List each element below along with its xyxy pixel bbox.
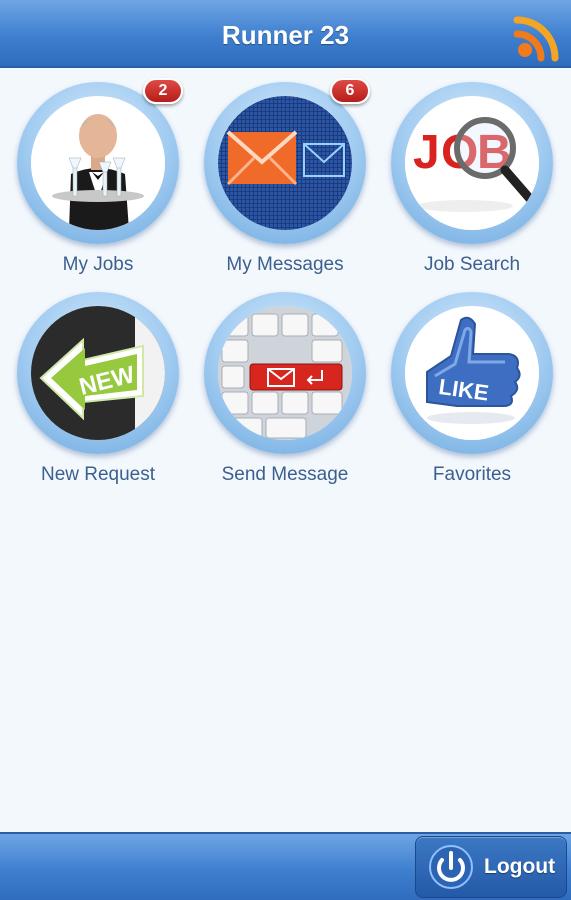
bottom-bar: Logout (0, 832, 571, 900)
jobs-count-badge: 2 (143, 78, 183, 104)
my-jobs-ring: 2 (17, 78, 183, 244)
tile-new-request[interactable]: NEW New Request (8, 292, 188, 497)
my-messages-label: My Messages (226, 254, 344, 275)
keyboard-mail-key-icon (218, 306, 352, 440)
power-icon (429, 845, 473, 889)
envelope-icon (218, 96, 352, 230)
top-bar: Runner 23 (0, 0, 571, 68)
tile-send-message[interactable]: Send Message (195, 292, 375, 497)
logout-button[interactable]: Logout (415, 836, 567, 898)
rss-feed-icon[interactable] (509, 8, 567, 62)
like-thumb-icon: LIKE (405, 306, 539, 440)
job-search-ring: J O B (391, 82, 553, 244)
page-title: Runner 23 (221, 20, 350, 50)
tile-my-messages[interactable]: 6 My Messages (195, 78, 375, 287)
my-messages-ring: 6 (204, 78, 370, 244)
send-message-label: Send Message (221, 464, 349, 485)
my-jobs-label: My Jobs (62, 254, 134, 275)
favorites-label: Favorites (432, 464, 512, 485)
svg-text:J: J (413, 126, 440, 179)
job-magnifier-icon: J O B (405, 96, 539, 230)
send-message-ring (204, 292, 366, 454)
messages-count-badge: 6 (330, 78, 370, 104)
new-arrow-icon: NEW (31, 306, 165, 440)
logout-label: Logout (484, 855, 556, 878)
new-request-label: New Request (40, 464, 156, 485)
tile-my-jobs[interactable]: 2 My Jobs (8, 78, 188, 287)
job-search-label: Job Search (423, 254, 521, 275)
favorites-ring: LIKE (391, 292, 553, 454)
new-request-ring: NEW (17, 292, 179, 454)
tile-job-search[interactable]: J O B Job Search (382, 82, 562, 287)
waiter-tray-icon (31, 96, 165, 230)
tile-favorites[interactable]: LIKE Favorites (382, 292, 562, 497)
